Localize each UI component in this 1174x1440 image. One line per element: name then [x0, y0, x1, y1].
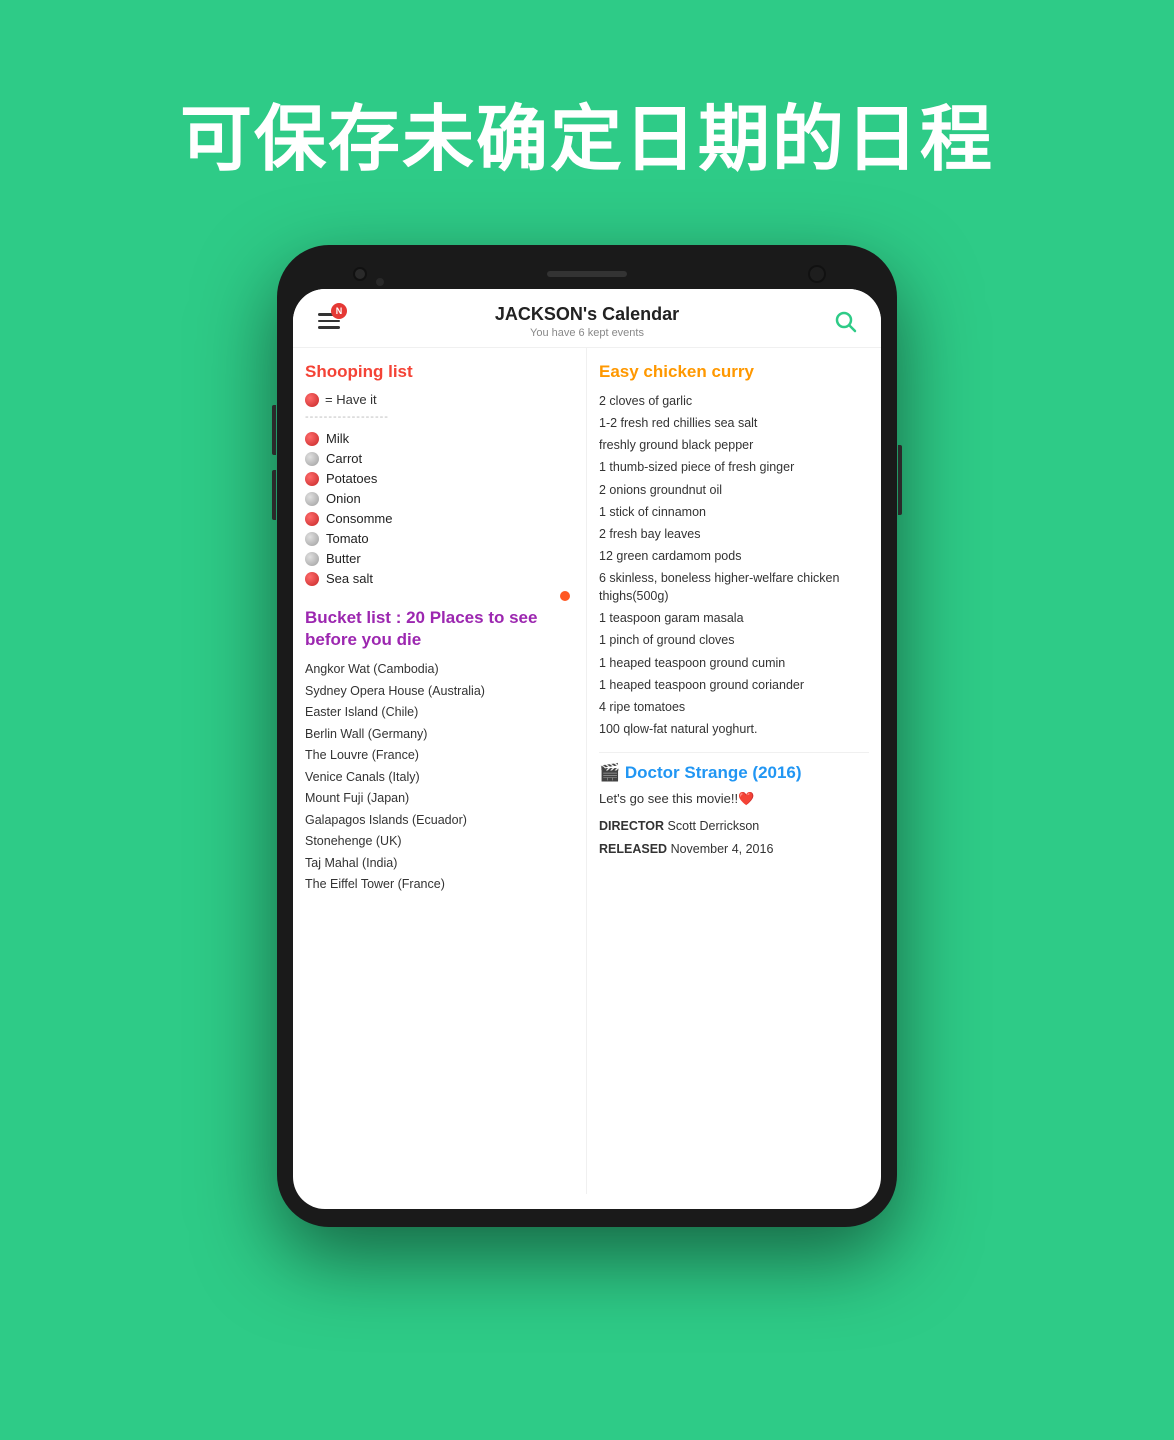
menu-icon-wrap[interactable]: N — [311, 303, 347, 339]
shopping-divider: ------------------ — [305, 411, 574, 423]
item-dot-carrot — [305, 452, 319, 466]
item-dot-potatoes — [305, 472, 319, 486]
recipe-ingredient: 1 teaspoon garam masala — [599, 609, 869, 627]
bucket-section: Bucket list : 20 Places to see before yo… — [305, 607, 574, 894]
sensor-dot — [376, 278, 384, 286]
page-background: 可保存未确定日期的日程 — [0, 0, 1174, 1440]
released-value: November 4, 2016 — [671, 842, 774, 856]
recipe-ingredient: 2 fresh bay leaves — [599, 525, 869, 543]
director-value: Scott Derrickson — [668, 819, 760, 833]
movie-lets-go-text: Let's go see this movie!!❤️ — [599, 791, 869, 807]
section-separator — [305, 591, 574, 601]
item-dot-butter — [305, 552, 319, 566]
list-item: Consomme — [305, 511, 574, 526]
recipe-ingredient: 1 thumb-sized piece of fresh ginger — [599, 458, 869, 476]
red-dot-legend — [305, 393, 319, 407]
list-item: Angkor Wat (Cambodia) — [305, 661, 574, 679]
recipe-section: Easy chicken curry 2 cloves of garlic 1-… — [599, 362, 869, 738]
released-label: RELEASED — [599, 842, 667, 856]
list-item: Sea salt — [305, 571, 574, 586]
left-column: Shooping list = Have it ----------------… — [293, 348, 587, 1194]
phone-top-bar — [293, 263, 881, 289]
movie-section: 🎬 Doctor Strange (2016) Let's go see thi… — [599, 752, 869, 859]
search-button[interactable] — [827, 303, 863, 339]
director-label: DIRECTOR — [599, 819, 664, 833]
movie-released: RELEASED November 4, 2016 — [599, 840, 869, 859]
recipe-ingredient: 2 cloves of garlic — [599, 392, 869, 410]
list-item: Sydney Opera House (Australia) — [305, 683, 574, 701]
phone-wrapper: N JACKSON's Calendar You have 6 kept eve… — [0, 245, 1174, 1227]
item-label-seasalt: Sea salt — [326, 571, 373, 586]
hero-title: 可保存未确定日期的日程 — [0, 0, 1174, 245]
list-item: Potatoes — [305, 471, 574, 486]
movie-section-title: 🎬 Doctor Strange (2016) — [599, 763, 869, 783]
phone-screen: N JACKSON's Calendar You have 6 kept eve… — [293, 289, 881, 1209]
list-item: Tomato — [305, 531, 574, 546]
speaker-grille — [547, 271, 627, 277]
phone-button-right — [898, 445, 902, 515]
list-item: Taj Mahal (India) — [305, 855, 574, 873]
list-item: Galapagos Islands (Ecuador) — [305, 812, 574, 830]
item-label-milk: Milk — [326, 431, 349, 446]
camera-front-right — [808, 265, 826, 283]
movie-director: DIRECTOR Scott Derrickson — [599, 817, 869, 836]
recipe-ingredient: 1 stick of cinnamon — [599, 503, 869, 521]
item-label-potatoes: Potatoes — [326, 471, 377, 486]
recipe-section-title: Easy chicken curry — [599, 362, 869, 382]
app-subtitle: You have 6 kept events — [495, 327, 679, 339]
item-dot-milk — [305, 432, 319, 446]
list-item: Onion — [305, 491, 574, 506]
item-label-onion: Onion — [326, 491, 361, 506]
list-item: Mount Fuji (Japan) — [305, 790, 574, 808]
list-item: The Louvre (France) — [305, 747, 574, 765]
list-item: Milk — [305, 431, 574, 446]
recipe-ingredient: 1-2 fresh red chillies sea salt — [599, 414, 869, 432]
item-label-tomato: Tomato — [326, 531, 369, 546]
recipe-ingredient: 1 heaped teaspoon ground cumin — [599, 654, 869, 672]
phone-device: N JACKSON's Calendar You have 6 kept eve… — [277, 245, 897, 1227]
list-item: Stonehenge (UK) — [305, 833, 574, 851]
recipe-ingredient: 1 heaped teaspoon ground coriander — [599, 676, 869, 694]
have-it-text: = Have it — [325, 392, 377, 407]
phone-button-left1 — [272, 405, 276, 455]
recipe-ingredient: freshly ground black pepper — [599, 436, 869, 454]
list-item: Venice Canals (Italy) — [305, 769, 574, 787]
item-label-butter: Butter — [326, 551, 361, 566]
list-item: Berlin Wall (Germany) — [305, 726, 574, 744]
app-title: JACKSON's Calendar — [495, 304, 679, 325]
shopping-section-title: Shooping list — [305, 362, 574, 382]
list-item: Easter Island (Chile) — [305, 704, 574, 722]
content-area: Shooping list = Have it ----------------… — [293, 348, 881, 1194]
have-it-legend: = Have it — [305, 392, 574, 407]
item-dot-seasalt — [305, 572, 319, 586]
recipe-ingredient: 12 green cardamom pods — [599, 547, 869, 565]
list-item: The Eiffel Tower (France) — [305, 876, 574, 894]
bucket-section-title: Bucket list : 20 Places to see before yo… — [305, 607, 574, 651]
orange-dot-indicator — [560, 591, 570, 601]
item-dot-onion — [305, 492, 319, 506]
list-item: Carrot — [305, 451, 574, 466]
notification-badge: N — [331, 303, 347, 319]
camera-front-left — [353, 267, 367, 281]
right-column: Easy chicken curry 2 cloves of garlic 1-… — [587, 348, 881, 1194]
recipe-ingredient: 6 skinless, boneless higher-welfare chic… — [599, 569, 869, 605]
recipe-ingredient: 100 qlow-fat natural yoghurt. — [599, 720, 869, 738]
recipe-ingredient: 1 pinch of ground cloves — [599, 631, 869, 649]
app-header: N JACKSON's Calendar You have 6 kept eve… — [293, 289, 881, 348]
item-label-carrot: Carrot — [326, 451, 362, 466]
shopping-section: Shooping list = Have it ----------------… — [305, 362, 574, 586]
item-dot-consomme — [305, 512, 319, 526]
recipe-ingredient: 4 ripe tomatoes — [599, 698, 869, 716]
header-center: JACKSON's Calendar You have 6 kept event… — [495, 304, 679, 339]
phone-button-left2 — [272, 470, 276, 520]
list-item: Butter — [305, 551, 574, 566]
item-label-consomme: Consomme — [326, 511, 392, 526]
recipe-ingredient: 2 onions groundnut oil — [599, 481, 869, 499]
search-icon — [833, 309, 857, 333]
item-dot-tomato — [305, 532, 319, 546]
